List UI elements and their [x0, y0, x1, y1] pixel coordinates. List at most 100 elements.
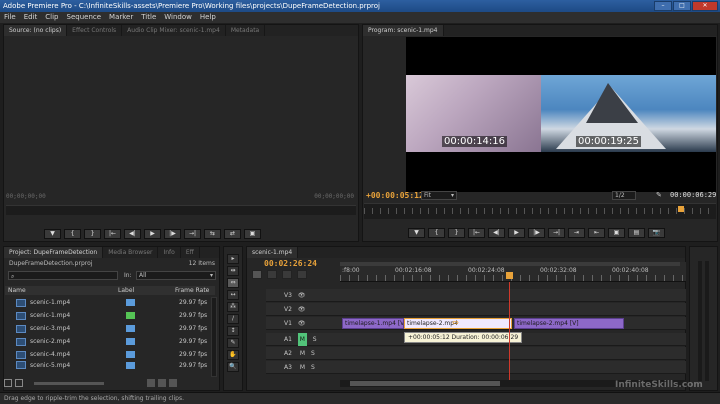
column-frame-rate[interactable]: Frame Rate [175, 286, 209, 295]
program-current-timecode[interactable]: +00:00:05:12 [366, 191, 424, 200]
step-forward-button[interactable]: |▶ [164, 229, 181, 239]
snap-icon[interactable] [252, 270, 262, 279]
menu-marker[interactable]: Marker [109, 12, 133, 23]
list-item[interactable]: scenic-2.mp4 29.97 fps [4, 335, 214, 348]
column-label[interactable]: Label [118, 286, 134, 295]
list-item[interactable]: scenic-1.mp4 29.97 fps [4, 296, 214, 309]
scroll-thumb[interactable] [350, 381, 500, 386]
zoom-bar[interactable] [340, 262, 680, 266]
tab-sequence[interactable]: scenic-1.mp4 [247, 247, 299, 258]
search-input[interactable]: ⌕ [8, 271, 118, 280]
wrench-icon[interactable]: ✎ [656, 191, 662, 199]
list-item[interactable]: scenic-1.mp4 29.97 fps [4, 309, 214, 322]
program-scrubber[interactable] [364, 203, 716, 219]
add-marker-icon[interactable] [282, 270, 292, 279]
trim-out-button[interactable]: ▤ [628, 228, 645, 238]
source-timecode-left[interactable]: 00;00;00;00 [6, 193, 46, 200]
rate-stretch-tool-icon[interactable]: ⁂ [227, 302, 239, 312]
step-back-button[interactable]: ◀| [124, 229, 141, 239]
clip-timelapse-2[interactable]: timelapse-2.mp4 [V] [514, 318, 624, 329]
close-button[interactable]: ✕ [692, 1, 718, 11]
hand-tool-icon[interactable]: ✋ [227, 350, 239, 360]
slip-tool-icon[interactable]: ↕ [227, 326, 239, 336]
play-button[interactable]: ▶ [144, 229, 161, 239]
new-item-icon[interactable] [158, 379, 166, 387]
new-bin-icon[interactable] [147, 379, 155, 387]
mark-in-button[interactable]: { [64, 229, 81, 239]
zoom-slider[interactable] [34, 381, 104, 385]
linked-selection-icon[interactable] [267, 270, 277, 279]
export-frame-button[interactable]: ▣ [244, 229, 261, 239]
solo-button[interactable]: S [313, 336, 317, 343]
timeline-timecode[interactable]: 00:02:26:24 [264, 259, 317, 268]
mute-button[interactable]: M [300, 350, 305, 357]
column-name[interactable]: Name [8, 286, 26, 295]
solo-button[interactable]: S [311, 364, 315, 371]
add-marker-button[interactable]: ▼ [408, 228, 425, 238]
tab-project[interactable]: Project: DupeFrameDetection [4, 247, 104, 258]
menu-help[interactable]: Help [200, 12, 216, 23]
tab-media-browser[interactable]: Media Browser [103, 247, 159, 258]
trash-icon[interactable] [169, 379, 177, 387]
menu-file[interactable]: File [4, 12, 16, 23]
step-back-button[interactable]: ◀| [488, 228, 505, 238]
pen-tool-icon[interactable]: ✎ [227, 338, 239, 348]
overwrite-button[interactable]: ⇄ [224, 229, 241, 239]
mute-button[interactable]: M [300, 364, 305, 371]
mark-out-button[interactable]: } [84, 229, 101, 239]
track-header-a3[interactable]: A3 M S [268, 361, 340, 374]
minimize-button[interactable]: – [654, 1, 672, 11]
maximize-button[interactable]: □ [673, 1, 691, 11]
tab-effect-controls[interactable]: Effect Controls [67, 25, 123, 36]
solo-button[interactable]: S [311, 350, 315, 357]
clip-timelapse-1[interactable]: timelapse-1.mp4 [V] [342, 318, 404, 329]
icon-view-icon[interactable] [15, 379, 23, 387]
track-select-tool-icon[interactable]: ⇹ [227, 266, 239, 276]
zoom-tool-icon[interactable]: 🔍 [227, 362, 239, 372]
menu-edit[interactable]: Edit [24, 12, 38, 23]
selection-tool-icon[interactable]: ▸ [227, 254, 239, 264]
go-to-out-button[interactable]: →| [548, 228, 565, 238]
camera-icon[interactable]: 📷 [648, 228, 665, 238]
tab-effects[interactable]: Eff [181, 247, 200, 258]
playhead-marker[interactable] [506, 272, 513, 279]
mark-in-button[interactable]: { [428, 228, 445, 238]
tab-program[interactable]: Program: scenic-1.mp4 [363, 25, 444, 36]
step-forward-button[interactable]: |▶ [528, 228, 545, 238]
source-scrubber[interactable] [6, 205, 356, 215]
lift-button[interactable]: ⇥ [568, 228, 585, 238]
list-item[interactable]: scenic-4.mp4 29.97 fps [4, 348, 214, 361]
add-marker-button[interactable]: ▼ [44, 229, 61, 239]
list-item[interactable]: scenic-5.mp4 29.97 fps [4, 361, 214, 369]
track-header-v1[interactable]: V1 👁 [268, 317, 340, 330]
extract-button[interactable]: ⇤ [588, 228, 605, 238]
razor-tool-icon[interactable]: ∕ [227, 314, 239, 324]
go-to-out-button[interactable]: →| [184, 229, 201, 239]
tab-source[interactable]: Source: (no clips) [4, 25, 68, 36]
in-dropdown[interactable]: All ▾ [136, 271, 216, 280]
menu-sequence[interactable]: Sequence [67, 12, 102, 23]
menu-window[interactable]: Window [164, 12, 192, 23]
ripple-edit-tool-icon[interactable]: ⇔ [227, 278, 239, 288]
list-item[interactable]: scenic-3.mp4 29.97 fps [4, 322, 214, 335]
time-ruler[interactable]: :f8:00 00:02:16:08 00:02:24:08 00:02:32:… [340, 262, 686, 282]
tab-audio-clip-mixer[interactable]: Audio Clip Mixer: scenic-1.mp4 [122, 25, 226, 36]
list-view-icon[interactable] [4, 379, 12, 387]
tab-info[interactable]: Info [158, 247, 181, 258]
track-header-a1[interactable]: A1 M S [268, 333, 340, 346]
go-to-in-button[interactable]: |← [468, 228, 485, 238]
track-header-v3[interactable]: V3 👁 [268, 289, 340, 302]
fit-dropdown[interactable]: Fit ▾ [421, 191, 457, 200]
track-header-v2[interactable]: V2 👁 [268, 303, 340, 316]
go-to-in-button[interactable]: |← [104, 229, 121, 239]
wrench-icon[interactable] [297, 270, 307, 279]
mark-out-button[interactable]: } [448, 228, 465, 238]
resolution-dropdown[interactable]: 1/2 [612, 191, 636, 200]
play-button[interactable]: ▶ [508, 228, 525, 238]
tab-metadata[interactable]: Metadata [226, 25, 266, 36]
menu-title[interactable]: Title [141, 12, 156, 23]
playhead-marker[interactable] [677, 206, 684, 212]
menu-clip[interactable]: Clip [45, 12, 58, 23]
mute-button[interactable]: M [297, 333, 307, 346]
rolling-edit-tool-icon[interactable]: ↔ [227, 290, 239, 300]
